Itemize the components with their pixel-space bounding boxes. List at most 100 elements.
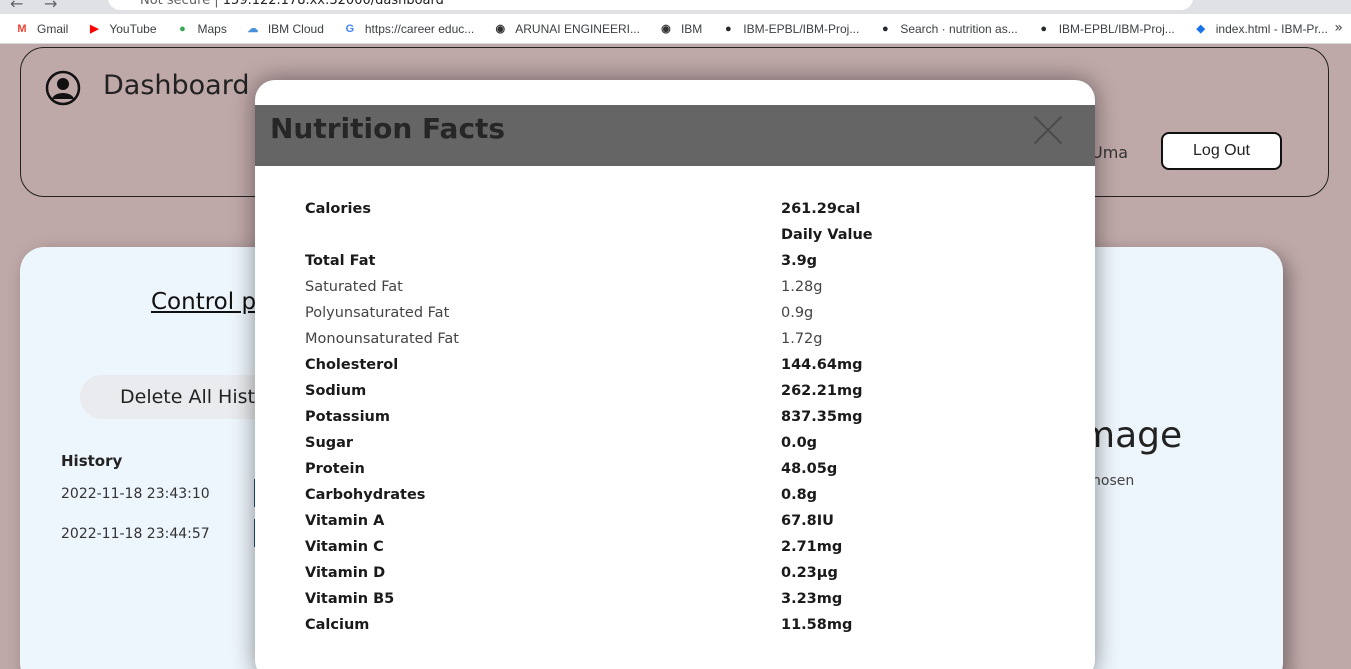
bookmark-item[interactable]: ▶ YouTube — [86, 21, 156, 37]
nutrition-row: Cholesterol 144.64mg — [305, 352, 1065, 378]
nutrition-row: Carbohydrates 0.8g — [305, 482, 1065, 508]
nutrient-value: 261.29cal — [781, 201, 861, 217]
bookmark-item[interactable]: ☁ IBM Cloud — [245, 21, 324, 37]
github-icon: ● — [1040, 22, 1048, 35]
globe-icon: ◉ — [495, 23, 506, 35]
nutrient-value: 0.8g — [781, 487, 818, 503]
bookmark-label: index.html - IBM-Pr... — [1215, 21, 1328, 36]
nutrition-row: Protein 48.05g — [305, 456, 1065, 482]
modal-header: Nutrition Facts — [255, 105, 1095, 166]
bookmark-item[interactable]: ● Maps — [175, 21, 227, 37]
nutrient-value: 48.05g — [781, 461, 838, 477]
globe-icon: ◉ — [661, 23, 671, 35]
nutrition-facts-table: Calories 261.29cal Daily Value Total Fat 3.9… — [305, 196, 1065, 638]
bookmark-label: Maps — [197, 21, 227, 36]
bookmark-item[interactable]: Ghttps://career educ... — [342, 21, 475, 37]
nutrient-value: 3.23mg — [781, 591, 843, 607]
bookmark-item[interactable]: ● IBM-EPBL/IBM-Proj... — [720, 21, 859, 37]
youtube-icon: ▶ — [90, 23, 99, 35]
history-item[interactable]: 2022-11-18 23:43:10 — [61, 486, 210, 502]
bookmark-label: IBM — [680, 21, 703, 36]
nutrient-name: Vitamin B5 — [305, 591, 395, 607]
github-icon: ● — [724, 22, 732, 35]
history-item[interactable]: 2022-11-18 23:44:57 — [61, 526, 210, 542]
nutrient-value: 2.71mg — [781, 539, 843, 555]
nutrient-value: 0.9g — [781, 305, 814, 321]
nutrient-name — [305, 222, 781, 248]
nutrient-name: Protein — [305, 461, 365, 477]
nutrition-row: Vitamin B5 3.23mg — [305, 586, 1065, 612]
nutrition-row: Vitamin D 0.23µg — [305, 560, 1065, 586]
page-title: Dashboard — [103, 70, 250, 101]
bookmark-item[interactable]: ● IBM-EPBL/IBM-Proj... — [1036, 21, 1175, 37]
nutrition-row: Vitamin A 67.8IU — [305, 508, 1065, 534]
nutrient-name: Polyunsaturated Fat — [305, 305, 450, 321]
nutrient-name: Vitamin A — [305, 513, 385, 529]
user-avatar-icon — [45, 70, 81, 106]
nutrition-row: Total Fat 3.9g — [305, 248, 1065, 274]
maps-icon: ● — [179, 22, 186, 35]
nutrient-name: Monounsaturated Fat — [305, 331, 459, 347]
back-arrow-icon[interactable]: ← — [10, 0, 23, 13]
bookmark-label: IBM-EPBL/IBM-Proj... — [1058, 21, 1175, 36]
bookmark-item[interactable]: ◉ IBM — [658, 21, 702, 37]
bookmark-label: IBM-EPBL/IBM-Proj... — [743, 21, 860, 36]
not-secure-label: Not secure — [140, 0, 211, 8]
upload-image-heading: mage — [1080, 415, 1183, 456]
nutrient-value: 3.9g — [781, 253, 818, 269]
nutrient-name: Total Fat — [305, 253, 376, 269]
bookmark-item[interactable]: ● Search · nutrition as... — [877, 21, 1018, 37]
nutrient-name: Cholesterol — [305, 357, 399, 373]
nutrition-row: Sugar 0.0g — [305, 430, 1065, 456]
nutrient-value: 837.35mg — [781, 409, 863, 425]
nutrition-row: Monounsaturated Fat 1.72g — [305, 326, 1065, 352]
bookmark-label: YouTube — [109, 21, 157, 36]
nutrition-modal: Nutrition Facts Calories 261.29cal Daily V… — [255, 80, 1095, 669]
github-icon: ● — [882, 22, 889, 35]
nutrient-name: Saturated Fat — [305, 279, 403, 295]
gmail-icon: M — [17, 22, 27, 35]
google-icon: G — [345, 22, 355, 35]
history-title: History — [61, 452, 123, 470]
nutrient-name: Vitamin C — [305, 539, 384, 555]
cloud-icon: ☁ — [247, 23, 259, 35]
logout-button[interactable]: Log Out — [1161, 132, 1282, 170]
nutrition-row: Sodium 262.21mg — [305, 378, 1065, 404]
url-value: 159.122.178.xx:32000/dashboard — [222, 0, 444, 8]
nutrient-name: Calcium — [305, 617, 370, 633]
nutrient-name: Carbohydrates — [305, 487, 426, 503]
nutrient-value: 144.64mg — [781, 357, 863, 373]
browser-address-bar: ← → Not secure | 159.122.178.xx:32000/da… — [0, 0, 1351, 14]
nutrition-row: Calories 261.29cal — [305, 196, 1065, 222]
user-name: Uma — [1091, 143, 1129, 162]
nutrient-value: 67.8IU — [781, 513, 834, 529]
bookmark-label: Search · nutrition as... — [900, 21, 1018, 36]
nutrient-value: 11.58mg — [781, 617, 853, 633]
nutrient-value: 0.23µg — [781, 565, 838, 581]
nutrition-row: Vitamin C 2.71mg — [305, 534, 1065, 560]
modal-title: Nutrition Facts — [270, 112, 506, 145]
nutrition-row: Calcium 11.58mg — [305, 612, 1065, 638]
nutrient-name: Sodium — [305, 383, 367, 399]
url-text: Not secure | 159.122.178.xx:32000/dashbo… — [140, 0, 444, 8]
nutrient-name: Vitamin D — [305, 565, 386, 581]
nutrient-value: Daily Value — [781, 227, 873, 243]
file-chosen-text: hosen — [1092, 473, 1135, 489]
bookmarks-bar: M Gmail ▶ YouTube ● Maps ☁ IBM Cloud Ghttps://ca… — [0, 14, 1351, 44]
bookmark-item[interactable]: ◆ index.html - IBM-Pr... — [1193, 21, 1328, 37]
bookmark-label: IBM Cloud — [267, 21, 324, 36]
nutrition-row: Daily Value — [305, 222, 1065, 248]
nutrient-name: Calories — [305, 201, 371, 217]
nutrient-value: 1.28g — [781, 279, 823, 295]
bookmark-item[interactable]: ◉ ARUNAI ENGINEERI... — [492, 21, 640, 37]
forward-arrow-icon[interactable]: → — [44, 0, 57, 13]
vscode-icon: ◆ — [1196, 23, 1205, 35]
nutrient-value: 1.72g — [781, 331, 823, 347]
bookmark-item[interactable]: M Gmail — [14, 21, 68, 37]
close-icon[interactable] — [1033, 115, 1063, 145]
bookmarks-more-icon[interactable]: » — [1334, 20, 1343, 36]
nutrient-value: 0.0g — [781, 435, 818, 451]
bookmark-label: https://career educ... — [364, 21, 475, 36]
bookmark-label: Gmail — [37, 21, 69, 36]
nutrition-row: Polyunsaturated Fat 0.9g — [305, 300, 1065, 326]
